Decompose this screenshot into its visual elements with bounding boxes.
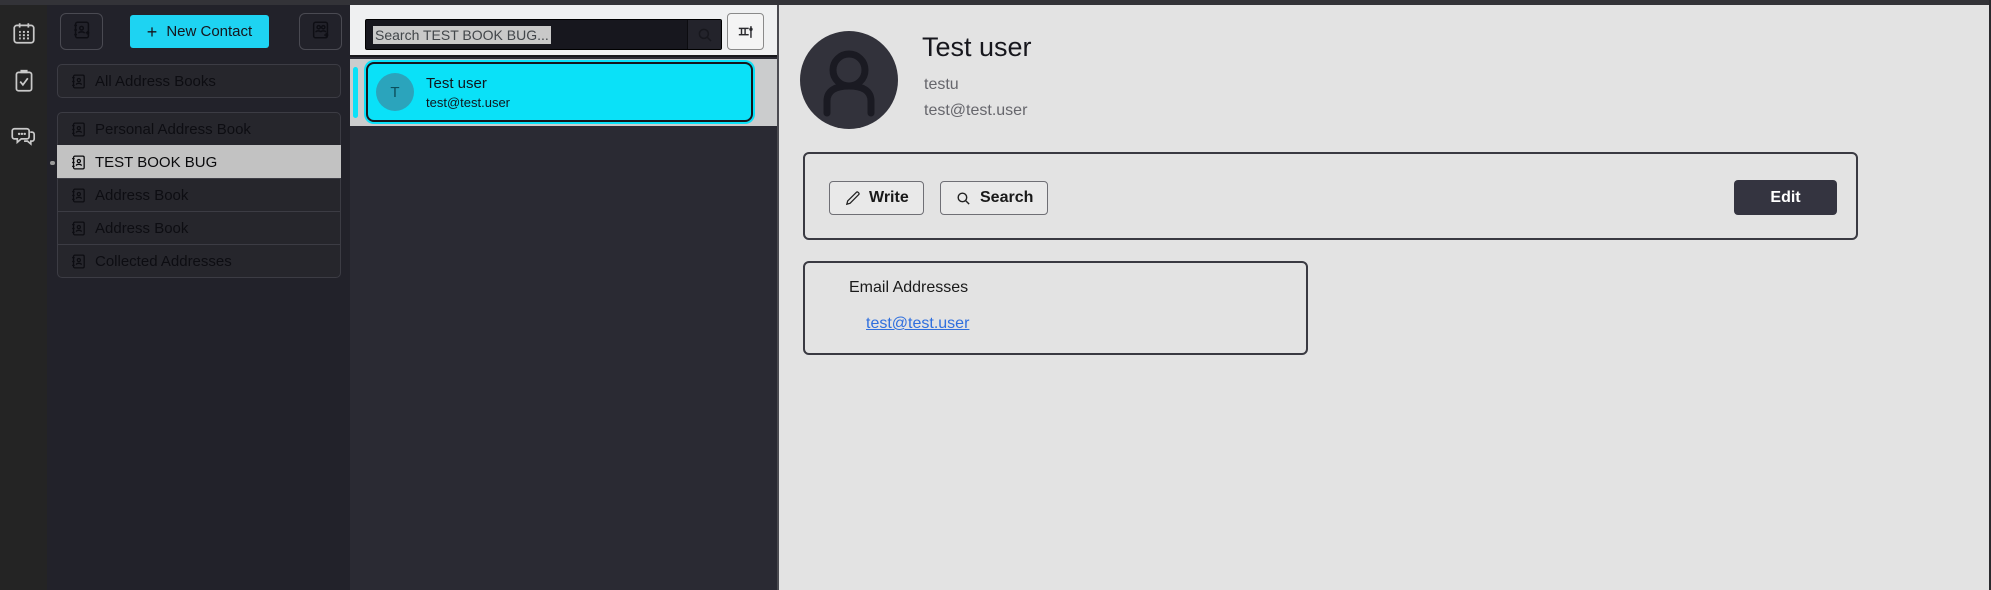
new-address-book-button[interactable]	[60, 13, 103, 50]
search-icon	[698, 28, 712, 42]
address-book-icon	[70, 220, 87, 237]
activity-bar	[0, 5, 47, 590]
sidebar-item-all-address-books[interactable]: All Address Books	[57, 64, 341, 98]
address-book-icon	[70, 121, 87, 138]
pencil-icon	[845, 190, 860, 205]
address-book-icon	[70, 73, 87, 90]
contacts-list-panel: Search TEST BOOK BUG... T Test user test…	[350, 5, 777, 590]
sidebar-item-personal-address-book[interactable]: Personal Address Book	[57, 112, 341, 146]
plus-icon: +	[146, 21, 158, 42]
new-contact-label: New Contact	[166, 23, 253, 40]
sidebar-item-label: Address Book	[95, 219, 189, 237]
contact-name: Test user	[426, 74, 487, 92]
sidebar-item-label: Address Book	[95, 186, 189, 204]
selected-contact-indicator	[353, 67, 358, 118]
new-address-book-icon	[71, 19, 93, 44]
contact-row-slot: T Test user test@test.user	[350, 59, 777, 126]
sidebar-item-label: TEST BOOK BUG	[95, 153, 218, 171]
search-input[interactable]: Search TEST BOOK BUG...	[365, 19, 722, 50]
chat-icon[interactable]	[10, 121, 38, 149]
new-contact-button[interactable]: + New Contact	[130, 15, 269, 48]
display-options-icon	[738, 25, 753, 38]
tasks-icon[interactable]	[10, 67, 38, 95]
sidebar-item-label: Collected Addresses	[95, 252, 232, 270]
contact-list-item[interactable]: T Test user test@test.user	[366, 62, 753, 122]
detail-contact-name: Test user	[922, 32, 1032, 62]
contact-detail-pane: Test user testu test@test.user Write Sea…	[779, 5, 1991, 590]
new-list-icon	[310, 19, 332, 44]
search-label: Search	[980, 189, 1034, 206]
sidebar-item-test-book-bug[interactable]: TEST BOOK BUG	[50, 145, 341, 179]
search-contact-button[interactable]: Search	[940, 181, 1049, 215]
contact-actions-toolbar: Write Search Edit	[803, 152, 1858, 240]
calendar-icon[interactable]	[10, 19, 38, 47]
new-list-button[interactable]	[299, 13, 342, 50]
address-book-icon	[70, 253, 87, 270]
search-placeholder: Search TEST BOOK BUG...	[373, 25, 551, 44]
sidebar-item-label: Personal Address Book	[95, 120, 251, 138]
person-icon	[823, 50, 875, 117]
sidebar-item-address-book-2[interactable]: Address Book	[57, 211, 341, 245]
search-icon	[957, 191, 970, 205]
sidebar-toolbar: + New Contact	[47, 5, 350, 57]
write-button[interactable]: Write	[829, 181, 924, 215]
detail-contact-nickname: testu	[924, 76, 959, 93]
email-addresses-title: Email Addresses	[849, 279, 969, 296]
display-options-button[interactable]	[727, 13, 764, 50]
email-addresses-section: Email Addresses test@test.user	[803, 261, 1308, 355]
write-label: Write	[869, 189, 909, 206]
address-book-list: All Address Books Personal Address Book	[50, 64, 341, 278]
contacts-list-header: Search TEST BOOK BUG...	[350, 5, 777, 57]
selected-book-indicator	[50, 161, 55, 165]
window-top-strip	[0, 0, 1991, 5]
address-book-icon	[70, 187, 87, 204]
contact-detail-avatar	[800, 31, 898, 129]
edit-button[interactable]: Edit	[1734, 180, 1837, 215]
sidebar-item-label: All Address Books	[95, 72, 216, 90]
contact-avatar: T	[376, 73, 414, 111]
email-address-link[interactable]: test@test.user	[866, 315, 969, 333]
sidebar-item-collected-addresses[interactable]: Collected Addresses	[57, 244, 341, 278]
address-book-icon	[70, 154, 87, 171]
sidebar-item-address-book-1[interactable]: Address Book	[57, 178, 341, 212]
addressbook-sidebar: + New Contact All Address Books Personal…	[47, 5, 350, 590]
contact-email: test@test.user	[426, 94, 511, 110]
search-submit-button[interactable]	[687, 20, 721, 49]
detail-contact-email: test@test.user	[924, 102, 1028, 119]
